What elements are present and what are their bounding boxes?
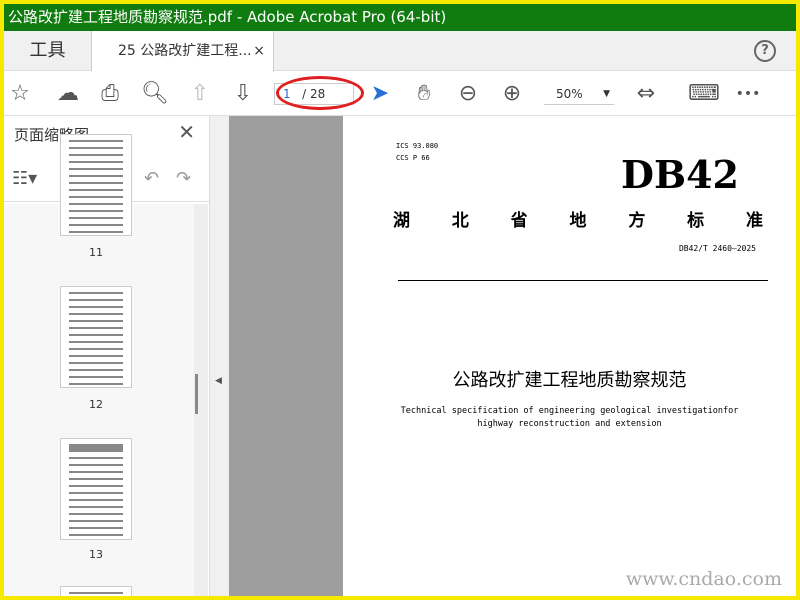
select-cursor-icon[interactable]: ➤ [366,80,394,108]
red-highlight-ellipse [276,76,364,110]
zoom-value: 50% [556,87,583,101]
rotate-left-icon[interactable]: ↶ [144,168,159,189]
chevron-left-icon: ◀ [215,376,222,386]
document-title-cn: 公路改扩建工程地质勘察规范 [452,370,687,391]
more-icon[interactable]: ••• [734,80,762,108]
thumbnail-page-13[interactable] [60,438,132,540]
zoom-out-icon[interactable]: ⊖ [454,80,482,108]
collapse-panel-button[interactable]: ◀ [210,116,229,596]
search-icon[interactable]: 🔍︎ [141,80,169,108]
zoom-in-icon[interactable]: ⊕ [498,80,526,108]
provincial-standard: 湖北省地方标准 [393,206,763,231]
close-panel-icon[interactable]: ✕ [178,120,195,144]
thumbnail-page-11[interactable] [60,134,132,236]
char: 北 [451,211,469,231]
db42-heading: DB42 [621,152,739,197]
scroll-mode-icon[interactable]: ⌨ [688,80,720,108]
tab-label: 25 公路改扩建工程... [118,43,252,59]
close-tab-icon[interactable]: × [253,31,265,71]
char: 湖 [393,211,410,231]
thumbnail-scrollbar[interactable] [194,204,208,596]
watermark: www.cndao.com [625,568,782,590]
thumbnail-label: 13 [89,548,103,561]
char: 省 [510,211,528,231]
document-title-en-2: highway reconstruction and extension [477,419,662,429]
char: 地 [569,211,587,231]
tab-document[interactable]: 25 公路改扩建工程... × [92,31,274,72]
help-icon[interactable]: ? [754,40,776,62]
standard-number: DB42/T 2460—2025 [678,244,756,253]
tab-bar: 工具 25 公路改扩建工程... × ? [4,31,796,72]
thumbnail-page-14[interactable] [60,586,132,596]
divider [398,280,768,281]
scrollbar-thumb[interactable] [195,374,198,414]
thumbnail-label: 11 [89,246,103,259]
thumbnail-list: 11 12 13 [4,134,194,596]
acrobat-window: 公路改扩建工程地质勘察规范.pdf - Adobe Acrobat Pro (6… [4,4,796,596]
zoom-select[interactable]: 50% ▼ [544,83,614,105]
next-page-icon[interactable]: ⇩ [229,80,257,108]
pdf-page: ICS 93.080 CCS P 66 DB42 湖 北 省 地 方 标 准 DB42/T … [343,116,796,596]
rotate-right-icon[interactable]: ↷ [176,168,191,189]
options-menu-icon[interactable]: ☷▾ [12,168,37,189]
char: 标 [687,211,705,231]
hand-tool-icon[interactable]: ✋︎ [410,80,438,108]
fit-page-icon[interactable]: ⇔ [632,80,660,108]
title-bar: 公路改扩建工程地质勘察规范.pdf - Adobe Acrobat Pro (6… [4,4,796,31]
char: 准 [745,211,763,231]
ccs-code: CCS P 66 [396,154,430,162]
thumbnail-label: 12 [89,398,103,411]
chevron-down-icon: ▼ [603,89,610,99]
cloud-upload-icon[interactable]: ☁ [54,80,82,108]
star-icon[interactable]: ☆ [6,80,34,108]
document-title-en-1: Technical specification of engineering g… [400,406,739,416]
thumbnail-page-12[interactable] [60,286,132,388]
print-icon[interactable]: ⎙ [96,80,124,108]
document-view: ICS 93.080 CCS P 66 DB42 湖 北 省 地 方 标 准 DB42/T … [229,116,796,596]
toolbar: ☆ ☁ ⎙ 🔍︎ ⇧ ⇩ 1 / 28 ➤ ✋︎ ⊖ ⊕ 50% ▼ ⇔ ⌨ ••… [4,72,796,116]
prev-page-icon[interactable]: ⇧ [186,80,214,108]
ics-code: ICS 93.080 [396,142,439,150]
thumbnail-panel: 页面缩略图 ✕ ☷▾ 🗑︎ ⎘ ↶ ↷ 11 12 13 [4,116,210,596]
tab-tools[interactable]: 工具 [4,31,92,71]
char: 方 [628,211,646,231]
